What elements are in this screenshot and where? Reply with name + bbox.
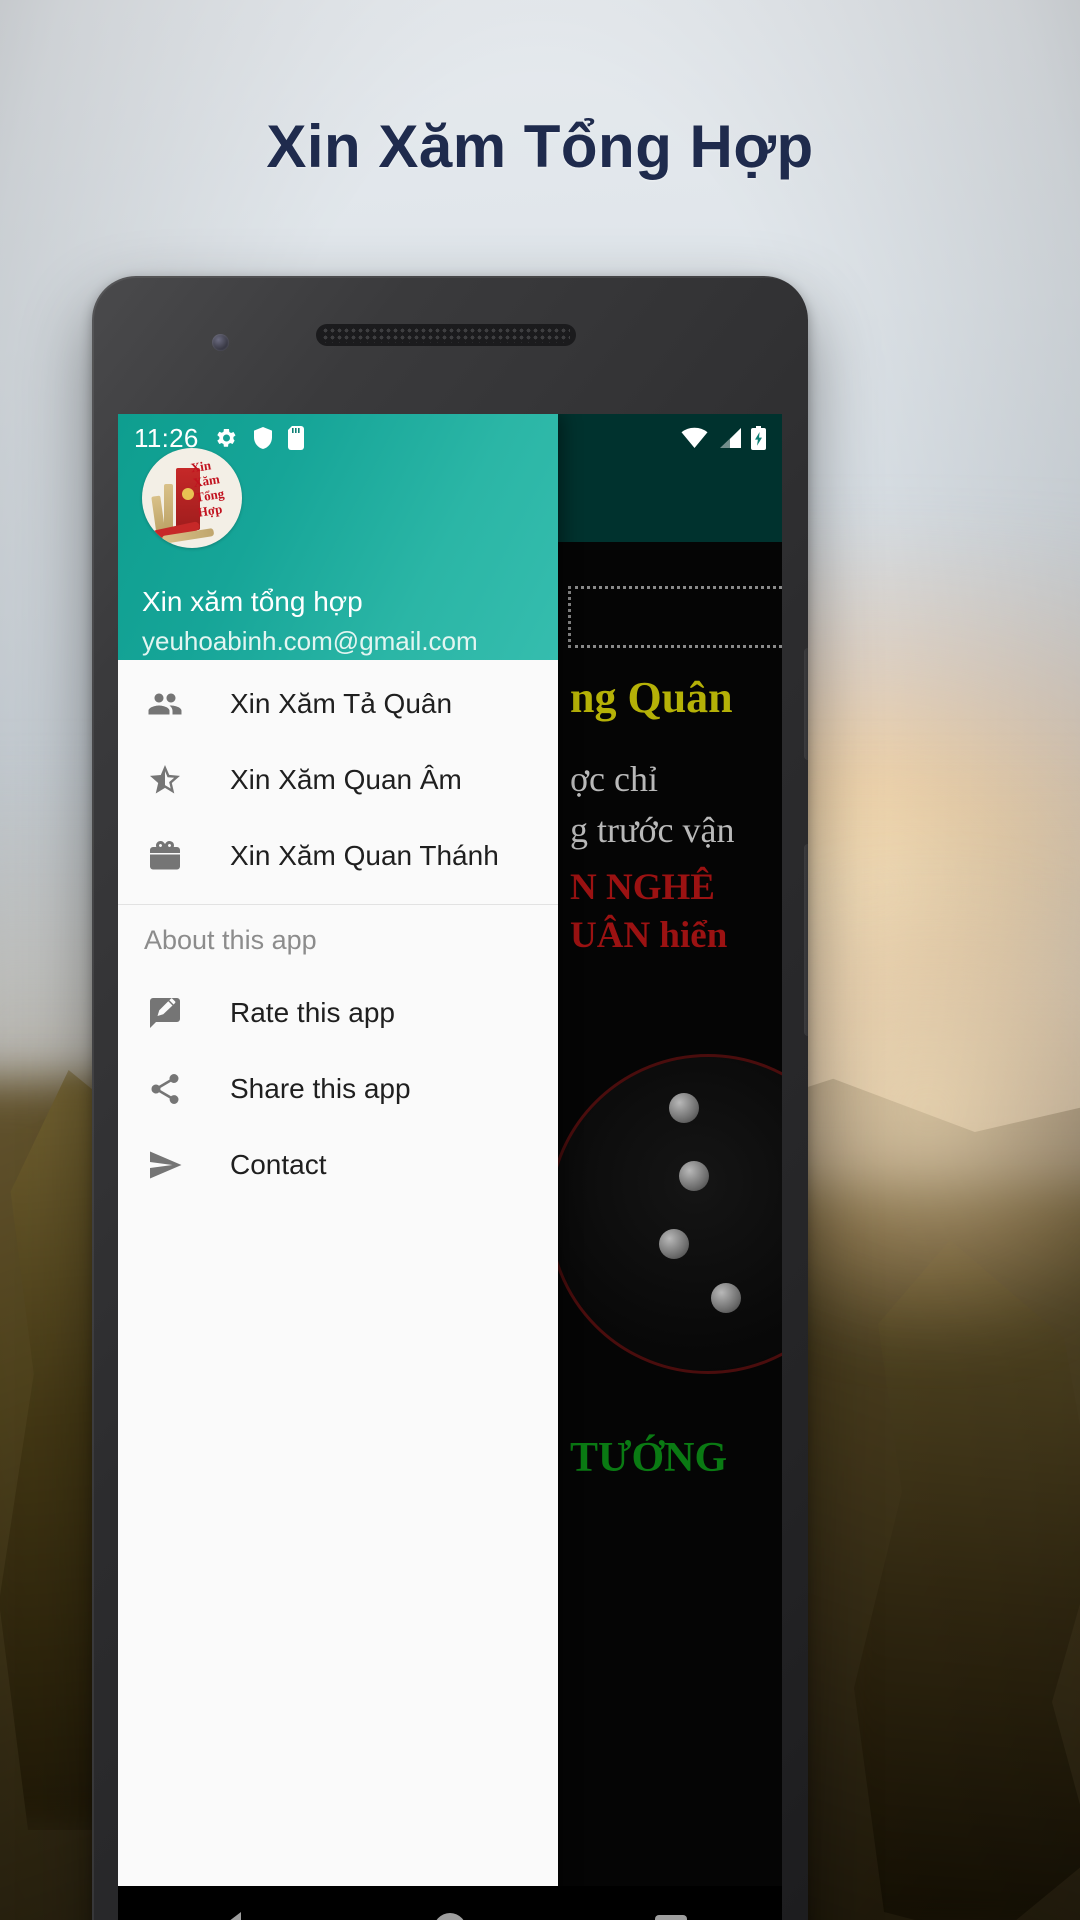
navigation-drawer[interactable]: Xin Xăm Tổng Hợp Xin xăm tổng hợp yeuhoa… — [118, 414, 558, 1920]
people-icon — [144, 683, 186, 725]
home-button[interactable] — [390, 1886, 510, 1920]
drawer-item-contact[interactable]: Contact — [118, 1127, 558, 1203]
drawer-item-quan-thanh[interactable]: Xin Xăm Quan Thánh — [118, 818, 558, 894]
front-camera-icon — [212, 334, 229, 351]
gear-icon — [214, 426, 238, 450]
content-red-line-1: N NGHÊ — [570, 867, 715, 908]
drawer-item-rate-this-app[interactable]: Rate this app — [118, 975, 558, 1051]
content-body-line-1: ợc chỉ — [570, 759, 658, 799]
star-half-icon — [144, 759, 186, 801]
account-name: Xin xăm tổng hợp — [142, 586, 363, 617]
drawer-item-label: Share this app — [230, 1073, 411, 1104]
drawer-item-label: Xin Xăm Quan Thánh — [230, 840, 499, 871]
promo-headline: Xin Xăm Tổng Hợp — [266, 113, 814, 180]
drawer-item-label: Rate this app — [230, 997, 395, 1028]
recents-button[interactable] — [611, 1886, 731, 1920]
drawer-item-label: Xin Xăm Quan Âm — [230, 764, 462, 795]
content-body-line-2: g trước vận — [570, 810, 735, 851]
send-icon — [144, 1144, 186, 1186]
home-circle-icon — [432, 1913, 467, 1920]
drawer-item-label: Xin Xăm Tả Quân — [230, 688, 453, 719]
content-red-line-2: UÂN hiển — [570, 915, 728, 957]
back-triangle-icon — [216, 1912, 242, 1920]
card-giftcard-icon — [144, 835, 186, 877]
back-button[interactable] — [169, 1886, 289, 1920]
volume-button[interactable] — [804, 648, 808, 760]
bead — [679, 1161, 709, 1191]
status-bar: 11:26 — [118, 414, 782, 462]
android-navigation-bar — [118, 1886, 782, 1920]
phone-screen: ng Quân ợc chỉ g trước vận N NGHÊ UÂN hi… — [118, 414, 782, 1920]
sd-card-icon — [287, 426, 306, 450]
decorative-circle — [548, 1054, 782, 1374]
bead — [669, 1093, 699, 1123]
content-green-text: TƯỚNG — [570, 1435, 728, 1481]
phone-mockup: ng Quân ợc chỉ g trước vận N NGHÊ UÂN hi… — [92, 276, 808, 1920]
signal-icon — [717, 427, 742, 449]
account-email: yeuhoabinh.com@gmail.com — [142, 626, 478, 656]
avatar[interactable]: Xin Xăm Tổng Hợp — [142, 448, 242, 548]
bead — [659, 1229, 689, 1259]
wifi-icon — [681, 427, 708, 449]
content-body: ợc chỉ g trước vận — [570, 754, 782, 856]
drawer-item-share-this-app[interactable]: Share this app — [118, 1051, 558, 1127]
battery-icon — [751, 426, 766, 450]
share-icon — [144, 1068, 186, 1110]
status-bar-clock: 11:26 — [134, 422, 199, 453]
bead — [711, 1283, 741, 1313]
dotted-frame — [568, 586, 782, 648]
content-title: ng Quân — [570, 673, 733, 722]
rate-review-icon — [144, 992, 186, 1034]
drawer-item-ta-quan[interactable]: Xin Xăm Tả Quân — [118, 666, 558, 742]
drawer-section-title: About this app — [144, 924, 317, 955]
drawer-item-quan-am[interactable]: Xin Xăm Quan Âm — [118, 742, 558, 818]
drawer-item-list: Xin Xăm Tả Quân Xin Xăm Quan Âm Xin Xăm … — [118, 660, 558, 1920]
power-button[interactable] — [804, 844, 808, 1036]
earpiece-speaker — [316, 324, 576, 346]
content-red-text: N NGHÊ UÂN hiển — [570, 864, 782, 960]
shield-icon — [253, 426, 273, 450]
drawer-item-label: Contact — [230, 1149, 327, 1180]
recents-square-icon — [655, 1915, 688, 1920]
